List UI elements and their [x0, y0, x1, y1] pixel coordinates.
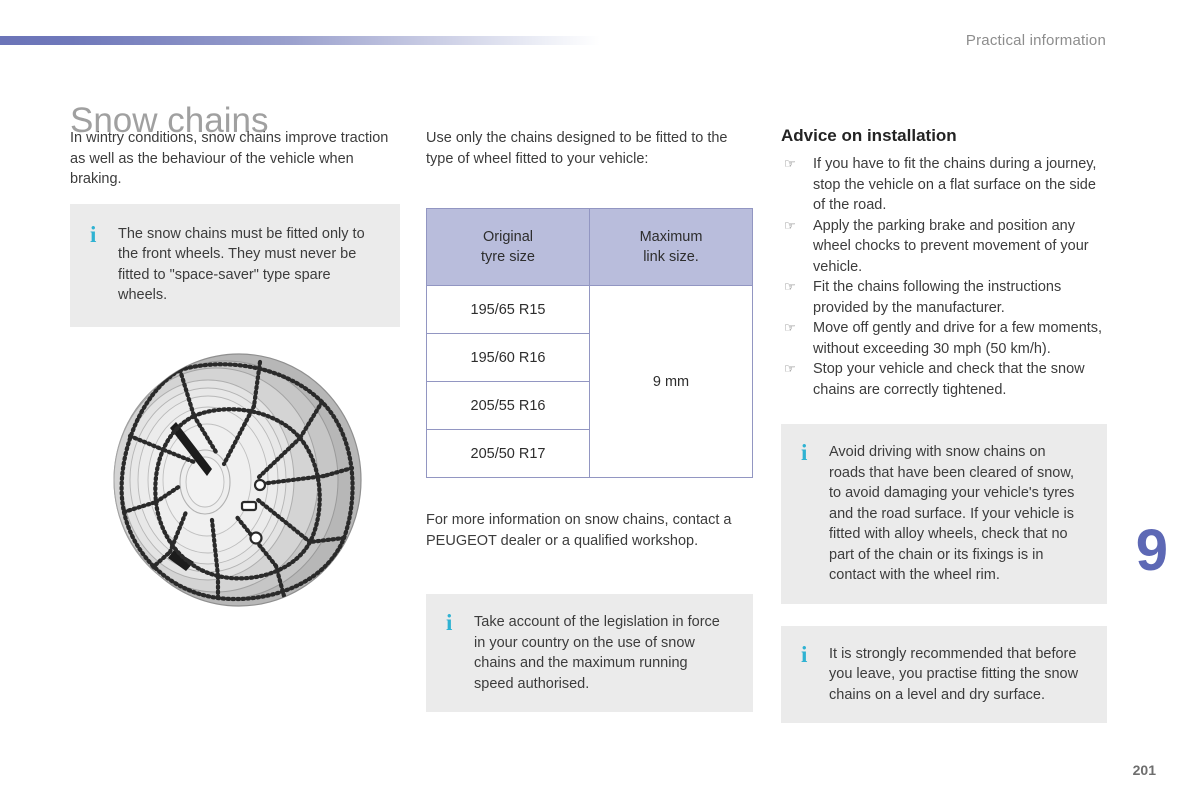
info-box-text: Avoid driving with snow chains on roads … — [829, 444, 1075, 583]
column-header-original-tyre-size: Original tyre size — [426, 208, 590, 286]
advice-item-text: Move off gently and drive for a few mome… — [813, 320, 1103, 357]
info-box-cleared-roads: i Avoid driving with snow chains on road… — [781, 424, 1107, 604]
info-i-icon: i — [446, 610, 453, 635]
list-item: ☞ Fit the chains following the instructi… — [781, 277, 1111, 318]
table-header-row: Original tyre size Maximum link size. — [426, 208, 753, 286]
header-line-2: tyre size — [481, 249, 535, 265]
table-intro-paragraph: Use only the chains designed to be fitte… — [426, 130, 728, 167]
left-column: In wintry conditions, snow chains improv… — [70, 128, 400, 327]
info-box-legislation: i Take account of the legislation in for… — [426, 594, 753, 712]
header-line-2: link size. — [643, 249, 699, 265]
list-item: ☞ Stop your vehicle and check that the s… — [781, 359, 1111, 400]
advice-bullet-list: ☞ If you have to fit the chains during a… — [781, 154, 1111, 400]
header-gradient-rule — [0, 36, 600, 45]
pointing-hand-icon: ☞ — [784, 156, 796, 171]
table-footnote-paragraph: For more information on snow chains, con… — [426, 512, 732, 549]
info-i-icon: i — [90, 221, 97, 247]
list-item: ☞ Move off gently and drive for a few mo… — [781, 318, 1111, 359]
advice-item-text: If you have to fit the chains during a j… — [813, 156, 1097, 213]
wheel-with-snow-chains-illustration — [108, 352, 370, 608]
chapter-number: 9 — [1135, 518, 1168, 583]
info-box-text: It is strongly recommended that before y… — [829, 645, 1079, 703]
info-i-icon: i — [801, 440, 808, 465]
header-line-1: Maximum — [639, 229, 703, 245]
advice-item-text: Stop your vehicle and check that the sno… — [813, 361, 1085, 398]
info-box-text: The snow chains must be fitted only to t… — [118, 225, 365, 304]
tyre-size-cell: 205/50 R17 — [426, 429, 590, 478]
max-link-size-cell: 9 mm — [589, 285, 753, 478]
pointing-hand-icon: ☞ — [784, 217, 796, 233]
table-row: 195/65 R15 9 mm — [426, 285, 753, 478]
header-line-1: Original — [483, 229, 533, 245]
tyre-size-cell: 205/55 R16 — [426, 381, 590, 430]
tyre-size-cell: 195/65 R15 — [426, 285, 590, 334]
pointing-hand-icon: ☞ — [784, 279, 796, 294]
page-number: 201 — [1132, 762, 1156, 778]
info-box-text: Take account of the legislation in force… — [474, 614, 720, 692]
info-i-icon: i — [801, 641, 808, 667]
advice-item-text: Apply the parking brake and position any… — [813, 217, 1089, 275]
info-box-front-wheels: i The snow chains must be fitted only to… — [70, 203, 400, 327]
intro-paragraph: In wintry conditions, snow chains improv… — [70, 130, 389, 187]
section-title: Practical information — [965, 32, 1106, 49]
advice-heading: Advice on installation — [781, 126, 957, 145]
advice-item-text: Fit the chains following the instruction… — [813, 279, 1062, 316]
middle-column: Use only the chains designed to be fitte… — [426, 128, 756, 712]
column-header-maximum-link-size: Maximum link size. — [589, 208, 753, 286]
list-item: ☞ Apply the parking brake and position a… — [781, 216, 1111, 278]
right-column: Advice on installation ☞ If you have to … — [781, 126, 1111, 723]
tyre-size-table: Original tyre size Maximum link size. 19… — [426, 208, 753, 478]
pointing-hand-icon: ☞ — [784, 320, 796, 335]
list-item: ☞ If you have to fit the chains during a… — [781, 154, 1111, 216]
tyre-size-cell: 195/60 R16 — [426, 333, 590, 382]
pointing-hand-icon: ☞ — [784, 361, 796, 376]
info-box-practise-fitting: i It is strongly recommended that before… — [781, 625, 1107, 723]
